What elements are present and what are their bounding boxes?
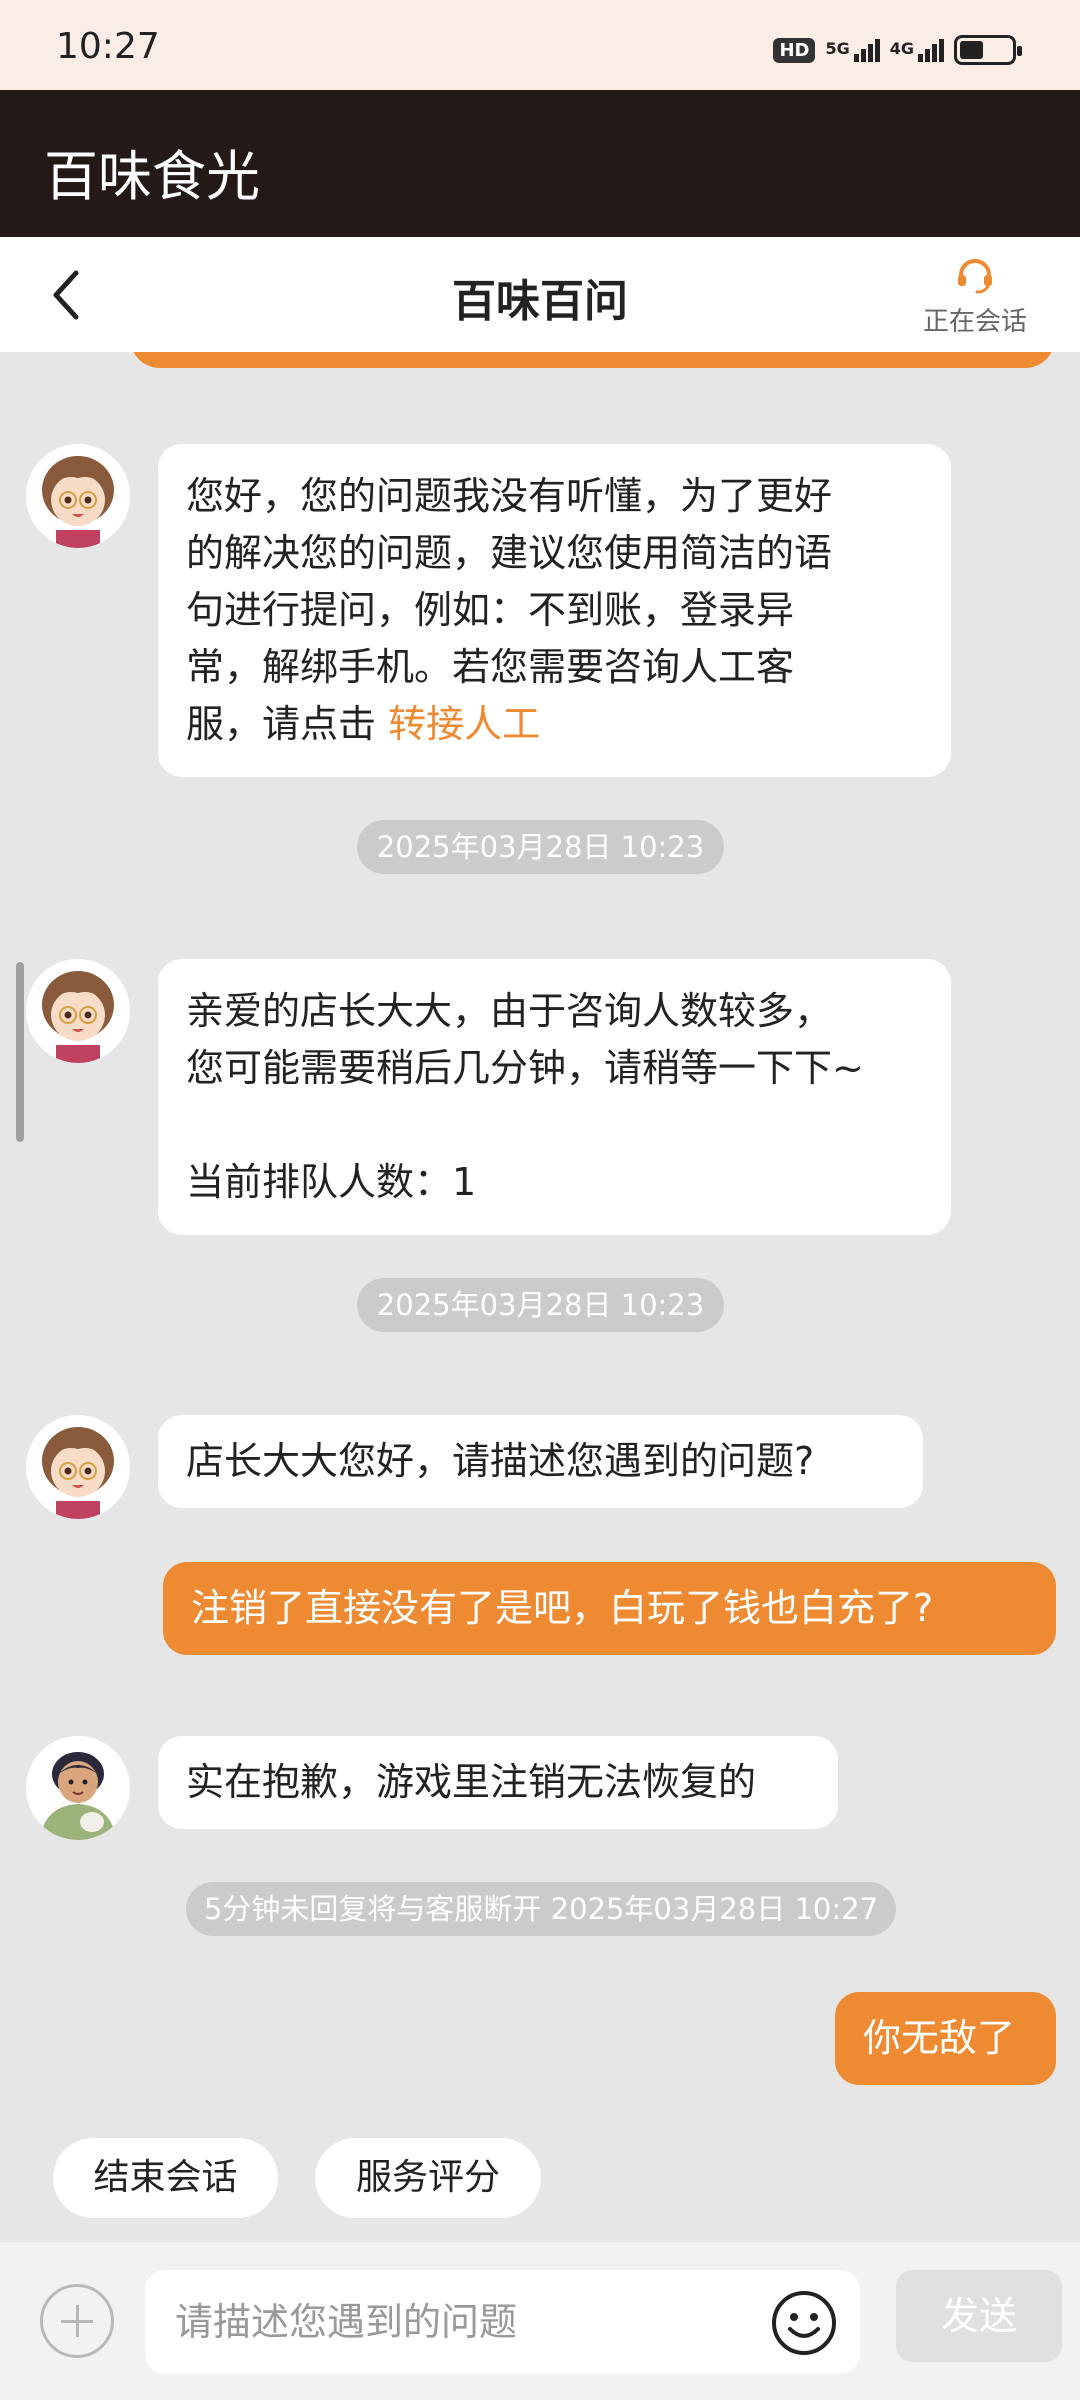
message-text: 服，请点击 — [186, 702, 389, 746]
battery-icon — [954, 35, 1022, 65]
message-text: 你无敌了 — [863, 2016, 1016, 2060]
app-bar: 百味食光 — [0, 90, 1080, 237]
message-text: 注销了直接没有了是吧，白玩了钱也白充了? — [191, 1586, 934, 1630]
bot-message-bubble: 亲爱的店长大大，由于咨询人数较多， 您可能需要稍后几分钟，请稍等一下下~ 当前排… — [158, 959, 951, 1235]
signal-5g-icon: 5G — [825, 38, 880, 62]
bot-message-bubble: 您好，您的问题我没有听懂，为了更好 的解决您的问题，建议您使用简洁的语 句进行提… — [158, 444, 951, 777]
bot-avatar — [26, 1415, 130, 1519]
signal-4g-icon: 4G — [890, 38, 944, 62]
plus-circle-icon[interactable] — [40, 2284, 114, 2358]
previous-message-bubble — [130, 352, 1055, 368]
agent-status[interactable]: 正在会话 — [920, 257, 1030, 338]
user-message-bubble: 注销了直接没有了是吧，白玩了钱也白充了? — [163, 1562, 1056, 1655]
message-text: 的解决您的问题，建议您使用简洁的语 — [186, 531, 833, 575]
queue-count-text: 当前排队人数：1 — [186, 1160, 477, 1204]
headset-icon — [958, 259, 992, 294]
bot-avatar-image — [26, 1415, 130, 1519]
app-title: 百味食光 — [44, 145, 260, 208]
message-text: 常，解绑手机。若您需要咨询人工客 — [186, 645, 795, 689]
status-bar: 10:27 HD 5G 4G — [0, 0, 1080, 90]
bot-avatar — [26, 444, 130, 548]
chat-header: 百味百问 正在会话 — [0, 237, 1080, 352]
timeout-notice: 5分钟未回复将与客服断开 2025年03月28日 10:27 — [186, 1882, 896, 1936]
message-text: 句进行提问，例如：不到账，登录异 — [186, 588, 795, 632]
end-session-button[interactable]: 结束会话 — [53, 2138, 278, 2218]
status-time: 10:27 — [56, 26, 160, 67]
chat-area[interactable]: 您好，您的问题我没有听懂，为了更好 的解决您的问题，建议您使用简洁的语 句进行提… — [0, 352, 1080, 2242]
transfer-to-human-link[interactable]: 转接人工 — [388, 702, 540, 746]
message-input[interactable] — [145, 2270, 860, 2374]
bot-avatar — [26, 959, 130, 1063]
rate-service-button[interactable]: 服务评分 — [315, 2138, 541, 2218]
scrollbar[interactable] — [16, 962, 24, 1142]
user-message-bubble: 你无敌了 — [835, 1992, 1056, 2085]
message-text: 您好，您的问题我没有听懂，为了更好 — [186, 474, 833, 518]
chat-title: 百味百问 — [452, 276, 628, 327]
agent-avatar — [26, 1736, 130, 1840]
message-text: 店长大大您好，请描述您遇到的问题? — [186, 1439, 815, 1483]
agent-status-label: 正在会话 — [922, 307, 1027, 337]
message-text: 实在抱歉，游戏里注销无法恢复的 — [186, 1760, 757, 1804]
smiley-icon[interactable] — [770, 2289, 838, 2357]
bot-message-bubble: 店长大大您好，请描述您遇到的问题? — [158, 1415, 923, 1508]
send-button[interactable]: 发送 — [896, 2270, 1062, 2362]
message-text: 您可能需要稍后几分钟，请稍等一下下~ — [186, 1046, 864, 1090]
message-text: 亲爱的店长大大，由于咨询人数较多， — [186, 989, 833, 1033]
agent-message-bubble: 实在抱歉，游戏里注销无法恢复的 — [158, 1736, 838, 1829]
timestamp: 2025年03月28日 10:23 — [357, 820, 724, 874]
input-bar: 发送 — [0, 2242, 1080, 2400]
bot-avatar-image — [26, 444, 130, 548]
agent-avatar-image — [26, 1736, 130, 1840]
bot-avatar-image — [26, 959, 130, 1063]
status-icons: HD 5G 4G — [773, 30, 1022, 70]
hd-icon: HD — [773, 37, 816, 63]
timestamp: 2025年03月28日 10:23 — [357, 1278, 724, 1332]
